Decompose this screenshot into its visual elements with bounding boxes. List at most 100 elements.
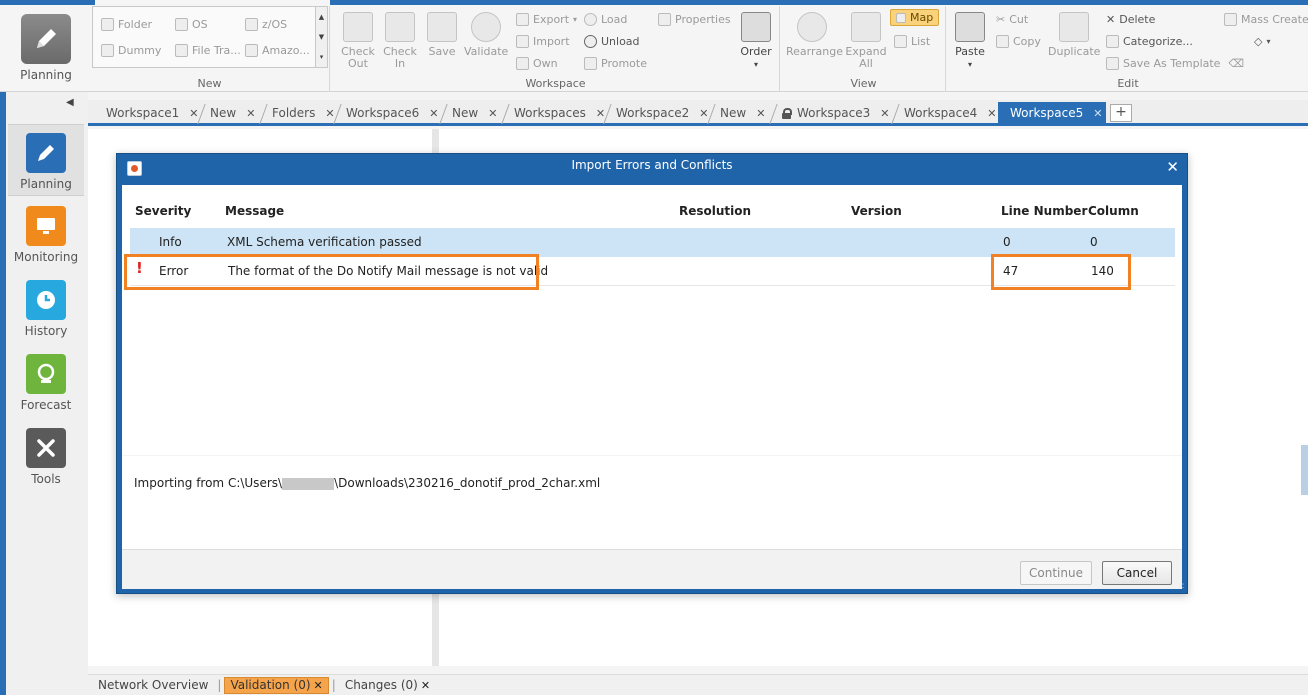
close-icon[interactable]: ✕ xyxy=(488,107,497,120)
tab-workspaces[interactable]: Workspaces ✕ xyxy=(502,102,612,124)
check-in-button[interactable]: Check In xyxy=(382,12,418,70)
tab-label: Workspace6 xyxy=(346,106,420,120)
copy-button[interactable]: Copy xyxy=(996,35,1041,48)
resize-grip-icon[interactable]: ⁙ xyxy=(1177,582,1185,592)
eraser-menu-button[interactable]: ◇ ▾ xyxy=(1254,35,1270,48)
add-tab-button[interactable]: + xyxy=(1110,104,1132,122)
load-button[interactable]: Load xyxy=(584,13,627,26)
tab-new-3[interactable]: New ✕ xyxy=(708,102,778,124)
tab-workspace3[interactable]: Workspace3 ✕ xyxy=(770,102,900,124)
planning-app-button[interactable]: Planning xyxy=(8,8,84,88)
import-icon xyxy=(516,35,529,48)
network-overview-tab[interactable]: Network Overview xyxy=(92,678,214,692)
list-view-toggle[interactable]: List xyxy=(894,35,930,48)
close-icon[interactable]: ✕ xyxy=(314,679,323,692)
column-header-message[interactable]: Message xyxy=(225,204,284,218)
nav-forecast[interactable]: Forecast xyxy=(8,346,84,418)
close-icon[interactable]: ✕ xyxy=(756,107,765,120)
dialog-titlebar[interactable]: Import Errors and Conflicts ✕ xyxy=(117,154,1187,182)
rearrange-button[interactable]: Rearrange xyxy=(786,12,843,58)
delete-button[interactable]: ✕ Delete xyxy=(1106,13,1155,26)
app-button-label: Planning xyxy=(20,68,72,82)
cut-button[interactable]: ✂ Cut xyxy=(996,13,1028,26)
new-object-gallery[interactable]: Folder OS z/OS Dummy File Tra... Amazo..… xyxy=(92,6,328,68)
ribbon: Planning New Folder OS z/OS Dummy File T… xyxy=(0,0,1308,92)
bottom-panel-tabs: Network Overview | Validation (0) ✕ | Cha… xyxy=(88,674,1308,695)
tab-label: Workspace3 xyxy=(797,106,871,120)
tab-new-2[interactable]: New ✕ xyxy=(440,102,510,124)
column-header-column[interactable]: Column xyxy=(1088,204,1139,218)
column-header-version[interactable]: Version xyxy=(851,204,902,218)
tab-workspace4[interactable]: Workspace4 ✕ xyxy=(892,102,998,124)
location-highlight-box xyxy=(991,254,1131,290)
close-icon[interactable]: ✕ xyxy=(421,679,430,692)
right-panel-expander[interactable] xyxy=(1301,445,1308,495)
tab-workspace1[interactable]: Workspace1 ✕ xyxy=(94,102,206,124)
left-nav-accent xyxy=(0,92,6,695)
own-button[interactable]: Own xyxy=(516,57,558,70)
expand-all-button[interactable]: Expand All xyxy=(844,12,888,70)
validation-tab[interactable]: Validation (0) ✕ xyxy=(224,676,329,694)
nav-history[interactable]: History xyxy=(8,272,84,344)
nav-planning[interactable]: Planning xyxy=(8,124,84,196)
close-icon[interactable]: ✕ xyxy=(1166,158,1179,176)
tab-workspace2[interactable]: Workspace2 ✕ xyxy=(604,102,716,124)
continue-button[interactable]: Continue xyxy=(1020,561,1092,585)
tools-icon xyxy=(26,428,66,468)
export-button[interactable]: Export ▾ xyxy=(516,13,577,26)
close-icon[interactable]: ✕ xyxy=(880,107,889,120)
nav-monitoring[interactable]: Monitoring xyxy=(8,198,84,270)
map-view-toggle[interactable]: Map xyxy=(890,9,940,26)
cancel-button[interactable]: Cancel xyxy=(1102,561,1172,585)
gallery-dummy[interactable]: Dummy xyxy=(101,44,161,57)
properties-button[interactable]: Properties xyxy=(658,13,731,26)
save-as-template-button[interactable]: Save As Template ⌫ xyxy=(1106,57,1244,70)
column-header-severity[interactable]: Severity xyxy=(135,204,191,218)
unload-button[interactable]: Unload xyxy=(584,35,640,48)
tab-workspace6[interactable]: Workspace6 ✕ xyxy=(334,102,448,124)
changes-tab[interactable]: Changes (0) ✕ xyxy=(339,678,436,692)
tab-folders[interactable]: Folders ✕ xyxy=(260,102,342,124)
nav-tools[interactable]: Tools xyxy=(8,420,84,492)
separator: | xyxy=(217,678,222,692)
categorize-button[interactable]: Categorize... xyxy=(1106,35,1193,48)
gallery-folder[interactable]: Folder xyxy=(101,18,152,31)
column-header-resolution[interactable]: Resolution xyxy=(679,204,751,218)
message-highlight-box xyxy=(124,254,539,290)
dummy-job-icon xyxy=(101,44,114,57)
duplicate-button[interactable]: Duplicate xyxy=(1048,12,1100,58)
redacted-username xyxy=(282,477,335,490)
check-out-button[interactable]: Check Out xyxy=(340,12,376,70)
forecast-icon xyxy=(26,354,66,394)
order-button[interactable]: Order ▾ xyxy=(736,12,776,71)
separator: | xyxy=(331,678,336,692)
column-header-line-number[interactable]: Line Number xyxy=(1001,204,1087,218)
copy-icon xyxy=(996,35,1009,48)
gallery-scrollbar[interactable]: ▲ ▼ ▾ xyxy=(315,7,327,67)
pencil-icon xyxy=(21,14,71,64)
close-icon[interactable]: ✕ xyxy=(246,107,255,120)
close-icon[interactable]: ✕ xyxy=(1093,107,1102,120)
close-icon[interactable]: ✕ xyxy=(429,107,438,120)
validate-icon xyxy=(471,12,501,42)
tab-label: Validation (0) xyxy=(230,678,311,692)
import-path-text: Importing from C:\Users\ \Downloads\23021… xyxy=(134,476,600,490)
gallery-zos[interactable]: z/OS xyxy=(245,18,287,31)
tab-new-1[interactable]: New ✕ xyxy=(198,102,268,124)
save-button[interactable]: Save xyxy=(424,12,460,58)
gallery-amazon[interactable]: Amazo... xyxy=(245,44,310,57)
table-row[interactable]: Info XML Schema verification passed 0 0 xyxy=(130,228,1175,257)
collapse-arrow-icon[interactable]: ◀ xyxy=(66,97,74,108)
eraser-icon: ◇ xyxy=(1254,35,1263,48)
gallery-file-transfer[interactable]: File Tra... xyxy=(175,44,241,57)
group-label-workspace: Workspace xyxy=(525,77,586,90)
validate-button[interactable]: Validate xyxy=(464,12,508,58)
paste-button[interactable]: Paste ▾ xyxy=(952,12,988,71)
promote-button[interactable]: Promote xyxy=(584,57,647,70)
chevron-down-icon: ▾ xyxy=(967,60,972,69)
import-button[interactable]: Import xyxy=(516,35,570,48)
tab-workspace5[interactable]: Workspace5 ✕ xyxy=(998,102,1106,124)
close-icon[interactable]: ✕ xyxy=(987,107,996,120)
mass-create-button[interactable]: Mass Create xyxy=(1224,13,1308,26)
gallery-os[interactable]: OS xyxy=(175,18,208,31)
